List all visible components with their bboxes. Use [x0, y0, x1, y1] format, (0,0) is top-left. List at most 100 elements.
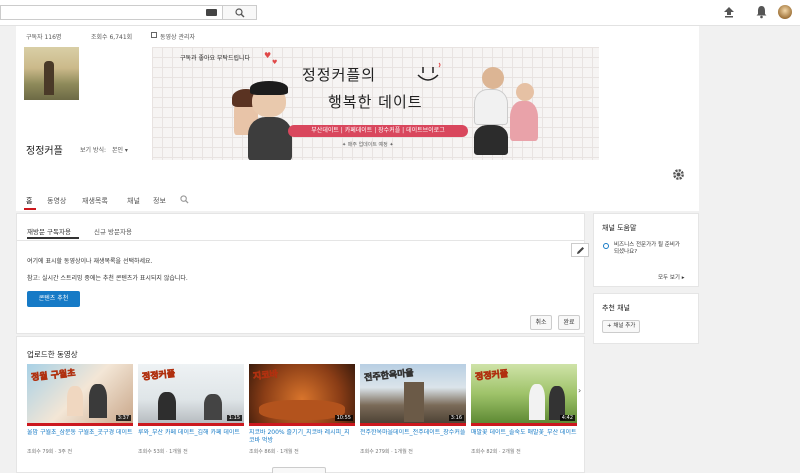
video-title[interactable]: 전주한옥마을데이트_전주데이트_장수커플 — [360, 429, 466, 445]
channel-tips-card: 채널 도움말 비즈니스 전문가가 될 준비가 되셨나요? 모두 보기 ▸ — [593, 213, 699, 287]
channel-title: 정정커플 — [26, 146, 63, 157]
channel-avatar[interactable] — [24, 47, 79, 100]
subtab-new-visitors[interactable]: 신규 방문자용 — [94, 226, 132, 236]
search-icon — [235, 8, 245, 18]
hair-shape — [250, 81, 288, 95]
person-shape — [529, 384, 545, 420]
channel-tips-title: 채널 도움말 — [602, 224, 637, 232]
couple-photo-left-man-body — [248, 117, 292, 160]
cancel-button[interactable]: 취소 — [530, 315, 552, 330]
couple-photo-right-woman-face — [516, 83, 534, 101]
thumbnail-caption: 전주한옥마을 — [363, 368, 415, 384]
account-avatar[interactable] — [778, 5, 792, 19]
video-meta: 조회수 53회 · 1개월 전 — [138, 449, 188, 455]
video-manager-link[interactable]: 동영상 관리자 — [160, 32, 195, 41]
search-input[interactable] — [0, 5, 222, 20]
banner-title: 정정커플의 — [302, 66, 377, 84]
tab-about[interactable]: 정보 — [153, 196, 166, 206]
video-card[interactable]: 정정커플 4:42 매말꽃 데이트_솔숙도 매말꽃_부산 데이트 조회수 82회… — [471, 364, 577, 455]
thumbnail-caption: 지코바 — [252, 369, 279, 383]
video-duration: 3:37 — [115, 415, 131, 421]
video-meta: 조회수 79회 · 3주 전 — [27, 449, 73, 455]
person-shape — [89, 384, 107, 418]
feature-prompt: 여기에 표시할 동영상이나 재생목록을 선택하세요. — [27, 258, 153, 265]
chevron-down-icon: ▾ — [124, 147, 128, 154]
thumbnail-caption: 정정커플 — [474, 369, 509, 383]
video-title[interactable]: 루와_부산 카페 데이트_김해 카페 데이트 — [138, 429, 244, 445]
video-title[interactable]: 울맘 구월초_삼문동 구월초_곳구경 데이트 — [27, 429, 133, 445]
banner-title-2: 행복한 데이트 — [328, 93, 423, 111]
video-thumbnail[interactable]: 전주한옥마을 3:16 — [360, 364, 466, 423]
person-shape — [67, 386, 83, 416]
tab-videos[interactable]: 동영상 — [47, 196, 66, 206]
couple-photo-right-man-body — [474, 89, 508, 125]
uploads-section: 업로드한 동영상 정월 구월초 3:37 울맘 구월초_삼문동 구월초_곳구경 … — [16, 336, 585, 473]
video-card[interactable]: 정정커플 1:15 루와_부산 카페 데이트_김해 카페 데이트 조회수 53회… — [138, 364, 244, 455]
edit-button[interactable] — [571, 243, 589, 257]
channel-stats: 구독자 116명 조회수 6,741회 동영상 관리자 — [16, 26, 699, 46]
video-card[interactable]: 지코바 10:55 지코바 200% 즐기기_지코바 레시피_지코바 먹방 조회… — [249, 364, 355, 455]
chevron-right-icon[interactable]: › — [578, 386, 581, 395]
bell-icon[interactable] — [755, 5, 768, 19]
tab-playlists[interactable]: 재생목록 — [82, 196, 108, 206]
tab-home[interactable]: 홈 — [26, 196, 32, 206]
couple-photo-right-man-legs — [474, 125, 508, 155]
video-thumbnail[interactable]: 지코바 10:55 — [249, 364, 355, 423]
subtab-returning-subscribers[interactable]: 재방문 구독자용 — [27, 226, 71, 236]
watch-progress-bar — [138, 423, 244, 426]
divider — [17, 240, 584, 241]
upload-icon[interactable] — [723, 6, 735, 18]
thumbnail-caption: 정월 구월초 — [30, 368, 77, 384]
video-card[interactable]: 정월 구월초 3:37 울맘 구월초_삼문동 구월초_곳구경 데이트 조회수 7… — [27, 364, 133, 455]
view-as-dropdown[interactable]: 보기 방식: 본인 ▾ — [80, 145, 128, 154]
gear-icon[interactable] — [672, 168, 685, 181]
watch-progress-bar — [249, 423, 355, 426]
search-icon[interactable] — [180, 195, 189, 204]
pencil-icon — [577, 247, 584, 254]
video-title[interactable]: 매말꽃 데이트_솔숙도 매말꽃_부산 데이트 — [471, 429, 577, 445]
done-button[interactable]: 완료 — [558, 315, 580, 330]
video-duration: 4:42 — [559, 415, 575, 421]
view-count: 조회수 6,741회 — [91, 34, 133, 41]
heart-icon: ♥ — [272, 59, 278, 66]
video-thumbnail[interactable]: 정월 구월초 3:37 — [27, 364, 133, 423]
food-shape — [259, 400, 345, 420]
video-card[interactable]: 전주한옥마을 3:16 전주한옥마을데이트_전주데이트_장수커플 조회수 279… — [360, 364, 466, 455]
channel-banner: 구독과 좋아요 부탁드립니다 ♥ ♥ 정정커플의 행복한 데이트 부산데이트 |… — [152, 47, 599, 160]
uploads-title: 업로드한 동영상 — [27, 350, 78, 359]
video-duration: 3:16 — [448, 415, 464, 421]
couple-photo-right-man-face — [482, 67, 504, 89]
watch-progress-bar — [27, 423, 133, 426]
person-shape — [204, 394, 222, 420]
search-button[interactable] — [222, 5, 257, 20]
keyboard-icon[interactable] — [206, 9, 217, 16]
banner-keywords: 부산데이트 | 카페데이트 | 장수커플 | 데이트브이로그 — [288, 125, 468, 137]
add-content-button[interactable]: 콘텐츠 추천 — [27, 291, 80, 307]
live-note: 참고: 실시간 스트리밍 중에는 추천 콘텐츠가 표시되지 않습니다. — [27, 275, 188, 282]
video-duration: 1:15 — [226, 415, 242, 421]
person-shape — [158, 392, 176, 420]
video-meta: 조회수 86회 · 1개월 전 — [249, 449, 299, 455]
tab-channels[interactable]: 채널 — [127, 196, 140, 206]
subtab-active-indicator — [27, 237, 79, 239]
see-all-link[interactable]: 모두 보기 ▸ — [658, 273, 685, 281]
banner-subtext: ✦ 매주 업데이트 예정 ✦ — [342, 142, 394, 148]
subscriber-count: 구독자 116명 — [26, 34, 62, 41]
masthead — [0, 0, 800, 26]
view-as-label: 보기 방식: — [80, 147, 107, 154]
featured-content-panel: 재방문 구독자용 신규 방문자용 여기에 표시할 동영상이나 재생목록을 선택하… — [16, 213, 589, 334]
channel-tip-item[interactable]: 비즈니스 전문가가 될 준비가 되셨나요? — [614, 242, 684, 256]
heart-icon: ♥ — [264, 51, 272, 60]
video-title[interactable]: 지코바 200% 즐기기_지코바 레시피_지코바 먹방 — [249, 429, 355, 445]
video-thumbnail[interactable]: 정정커플 1:15 — [138, 364, 244, 423]
featured-channels-card: 추천 채널 + 채널 추가 — [593, 293, 699, 344]
building-shape — [404, 382, 424, 422]
banner-tagline: 구독과 좋아요 부탁드립니다 — [180, 55, 251, 62]
video-thumbnail[interactable]: 정정커플 4:42 — [471, 364, 577, 423]
add-channel-button[interactable]: + 채널 추가 — [602, 320, 641, 333]
couple-photo-right-woman-body — [510, 101, 538, 141]
channel-tabs: 홈 동영상 재생목록 채널 정보 — [16, 190, 699, 211]
radio-icon[interactable] — [603, 243, 609, 249]
load-more-button[interactable] — [272, 467, 326, 473]
watch-progress-bar — [360, 423, 466, 426]
